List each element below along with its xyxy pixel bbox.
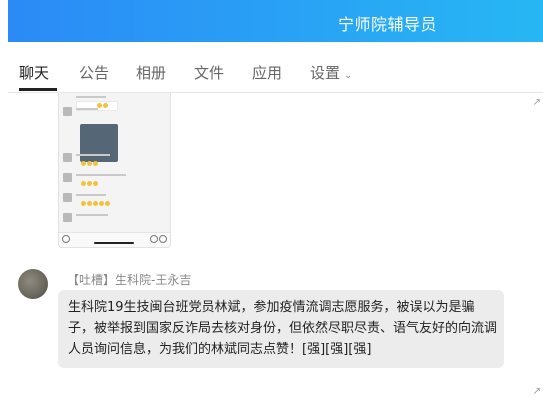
screenshot-row — [63, 213, 166, 231]
tab-apps[interactable]: 应用 — [252, 62, 282, 83]
emoji-icon — [93, 181, 98, 186]
emoji-icon — [81, 181, 86, 186]
emoji-icon — [87, 181, 92, 186]
voice-icon — [62, 235, 70, 243]
message-bubble[interactable]: 生科院19生技闽台班党员林斌，参加疫情流调志愿服务，被误以为是骗子，被举报到国家… — [58, 290, 504, 368]
text-line — [76, 174, 126, 176]
screenshot-row — [63, 193, 166, 211]
tab-announcements[interactable]: 公告 — [79, 62, 109, 83]
tab-settings[interactable]: 设置 ⌄ — [310, 62, 352, 83]
text-line — [76, 194, 106, 196]
emoji-icon — [150, 235, 158, 243]
tab-files[interactable]: 文件 — [194, 62, 224, 83]
emoji-icon — [93, 201, 98, 206]
tab-bar: 聊天 公告 相册 文件 应用 设置 ⌄ — [8, 42, 543, 93]
avatar[interactable] — [18, 269, 48, 299]
text-line — [76, 154, 110, 156]
home-indicator — [94, 242, 134, 244]
text-line — [76, 96, 106, 98]
tab-chat[interactable]: 聊天 — [19, 62, 49, 83]
window-titlebar: 宁师院辅导员 — [8, 0, 543, 42]
active-tab-indicator — [19, 88, 57, 91]
emoji-icon — [105, 201, 110, 206]
message-sender[interactable]: 【吐槽】生科院-王永吉 — [67, 271, 191, 288]
tab-album[interactable]: 相册 — [136, 62, 166, 83]
emoji-icon — [93, 161, 98, 166]
avatar-thumb — [63, 153, 72, 162]
chevron-down-icon[interactable]: ⌄ — [344, 70, 352, 81]
avatar-thumb — [63, 213, 72, 222]
window-title: 宁师院辅导员 — [338, 15, 438, 34]
emoji-icon — [81, 161, 86, 166]
emoji-icon — [87, 201, 92, 206]
expand-arrow-icon[interactable]: ↗ — [533, 97, 541, 108]
avatar-thumb — [63, 173, 72, 182]
screenshot-input-bar — [59, 232, 170, 247]
screenshot-row — [63, 153, 166, 171]
emoji-icon — [87, 161, 92, 166]
scroll-arrow-icon[interactable]: ↗ — [533, 386, 541, 397]
text-line — [76, 214, 108, 216]
message-text: 生科院19生技闽台班党员林斌，参加疫情流调志愿服务，被误以为是骗子，被举报到国家… — [68, 300, 498, 357]
emoji-icon — [81, 201, 86, 206]
chat-image-screenshot[interactable] — [58, 93, 171, 248]
emoji-icon — [99, 201, 104, 206]
avatar-thumb — [63, 193, 72, 202]
tab-settings-label: 设置 — [310, 64, 341, 82]
text-line — [76, 108, 98, 110]
screenshot-row — [63, 173, 166, 191]
avatar-thumb — [63, 107, 72, 116]
add-icon — [159, 235, 167, 243]
